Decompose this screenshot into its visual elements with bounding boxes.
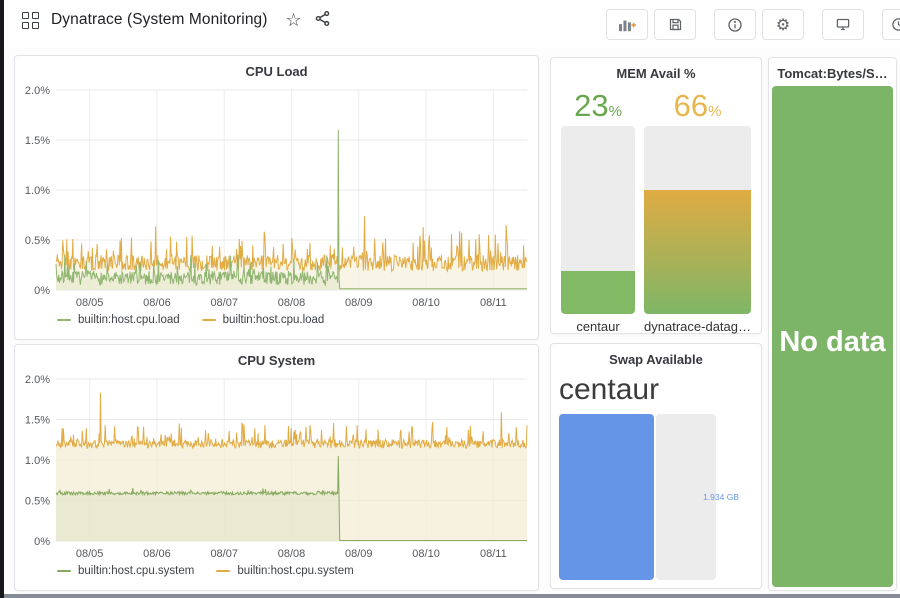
grid-icon[interactable] (22, 12, 39, 29)
page-title: Dynatrace (System Monitoring) (51, 11, 268, 29)
svg-text:0.5%: 0.5% (25, 496, 50, 508)
gauge-track (644, 126, 751, 314)
svg-text:08/09: 08/09 (345, 297, 373, 309)
svg-text:08/08: 08/08 (278, 548, 306, 560)
mem-host-label: dynatrace-datag… (644, 319, 751, 334)
tile-cpu-system[interactable]: CPU System 08/05 08/06 08/07 08/08 08/09 08/1… (14, 344, 539, 591)
header-toolbar: ⚙ La (606, 9, 900, 40)
mem-gauge-centaur[interactable]: 23% centaur (561, 88, 635, 334)
svg-text:08/07: 08/07 (210, 297, 238, 309)
cpu-system-legend: builtin:host.cpu.system builtin:host.cpu… (57, 565, 538, 577)
mem-host-label: centaur (576, 319, 619, 334)
svg-text:1.5%: 1.5% (25, 135, 50, 147)
cpu-system-chart[interactable]: 08/05 08/06 08/07 08/08 08/09 08/10 08/11 2.0% 1… (18, 371, 535, 563)
svg-text:08/06: 08/06 (143, 548, 171, 560)
info-button[interactable] (714, 9, 756, 40)
tomcat-status-block: No data (772, 86, 893, 587)
svg-text:08/11: 08/11 (480, 297, 507, 309)
window-edge-left (0, 0, 4, 598)
swap-host-label: centaur (559, 372, 753, 408)
swap-bar-filled (559, 414, 654, 580)
legend-dash (216, 570, 230, 572)
tile-cpu-load[interactable]: CPU Load 08/0508/0608/0708/0808/0908/100… (14, 55, 539, 340)
legend-item[interactable]: builtin:host.cpu.load (57, 314, 180, 326)
panel-title: Tomcat:Bytes/S… (769, 58, 896, 84)
share-icon[interactable] (314, 10, 331, 30)
svg-text:08/11: 08/11 (480, 548, 507, 560)
plus-glyph (631, 22, 635, 26)
panel-title: MEM Avail % (551, 58, 761, 84)
legend-dash (57, 570, 71, 572)
settings-button[interactable]: ⚙ (762, 9, 804, 40)
legend-item[interactable]: builtin:host.cpu.system (57, 565, 194, 577)
panel-title: CPU Load (15, 56, 538, 82)
svg-text:08/09: 08/09 (345, 548, 373, 560)
legend-label: builtin:host.cpu.system (78, 565, 194, 577)
header-bar: Dynatrace (System Monitoring) ☆ (4, 0, 900, 48)
tile-mem-avail[interactable]: MEM Avail % 23% centaur 66% dynatrace-da… (550, 57, 762, 334)
svg-text:0%: 0% (34, 285, 50, 297)
swap-bar-chart[interactable]: 1.934 GB (559, 414, 753, 580)
window-edge-bottom (0, 594, 900, 598)
star-icon[interactable]: ☆ (286, 11, 302, 29)
mem-value: 23% (574, 88, 622, 126)
svg-text:08/07: 08/07 (210, 548, 238, 560)
dashboard-page: Dynatrace (System Monitoring) ☆ (0, 0, 900, 598)
gear-icon: ⚙ (776, 15, 790, 34)
svg-text:08/06: 08/06 (143, 297, 171, 309)
add-chart-button[interactable] (606, 9, 648, 40)
svg-text:08/10: 08/10 (412, 297, 440, 309)
mem-gauge-fill-0 (561, 271, 635, 314)
svg-text:08/10: 08/10 (412, 548, 440, 560)
svg-text:2.0%: 2.0% (25, 374, 50, 386)
svg-text:08/05: 08/05 (76, 297, 104, 309)
svg-text:08/08: 08/08 (278, 297, 306, 309)
cpu-load-legend: builtin:host.cpu.load builtin:host.cpu.l… (57, 314, 538, 326)
legend-item[interactable]: builtin:host.cpu.load (202, 314, 325, 326)
legend-label: builtin:host.cpu.system (237, 565, 353, 577)
svg-text:08/05: 08/05 (76, 548, 104, 560)
panel-title: CPU System (15, 345, 538, 371)
tile-tomcat-bytes[interactable]: Tomcat:Bytes/S… No data (768, 57, 897, 591)
panel-title: Swap Available (551, 344, 761, 370)
tile-swap-available[interactable]: Swap Available centaur 1.934 GB (550, 343, 762, 589)
svg-text:0.5%: 0.5% (25, 235, 50, 247)
clock-icon (891, 17, 900, 32)
cpu-load-chart[interactable]: 08/05 08/06 08/07 08/08 08/09 08/10 08/11 2.0% 1… (18, 82, 535, 312)
svg-text:1.0%: 1.0% (25, 455, 50, 467)
legend-label: builtin:host.cpu.load (223, 314, 325, 326)
swap-value-annotation: 1.934 GB (703, 492, 739, 502)
svg-text:0%: 0% (34, 536, 50, 548)
time-range-button[interactable]: La (882, 9, 900, 40)
mem-gauge-dynatrace[interactable]: 66% dynatrace-datag… (644, 88, 751, 334)
mem-value: 66% (674, 88, 722, 126)
mem-gauge-fill-1 (644, 190, 751, 314)
svg-text:2.0%: 2.0% (25, 85, 50, 97)
svg-text:1.0%: 1.0% (25, 185, 50, 197)
legend-item[interactable]: builtin:host.cpu.system (216, 565, 353, 577)
svg-text:1.5%: 1.5% (25, 415, 50, 427)
gauge-track (561, 126, 635, 314)
save-button[interactable] (654, 9, 696, 40)
no-data-text: No data (772, 326, 893, 359)
display-button[interactable] (822, 9, 864, 40)
legend-label: builtin:host.cpu.load (78, 314, 180, 326)
legend-dash (202, 319, 216, 321)
legend-dash (57, 319, 71, 321)
